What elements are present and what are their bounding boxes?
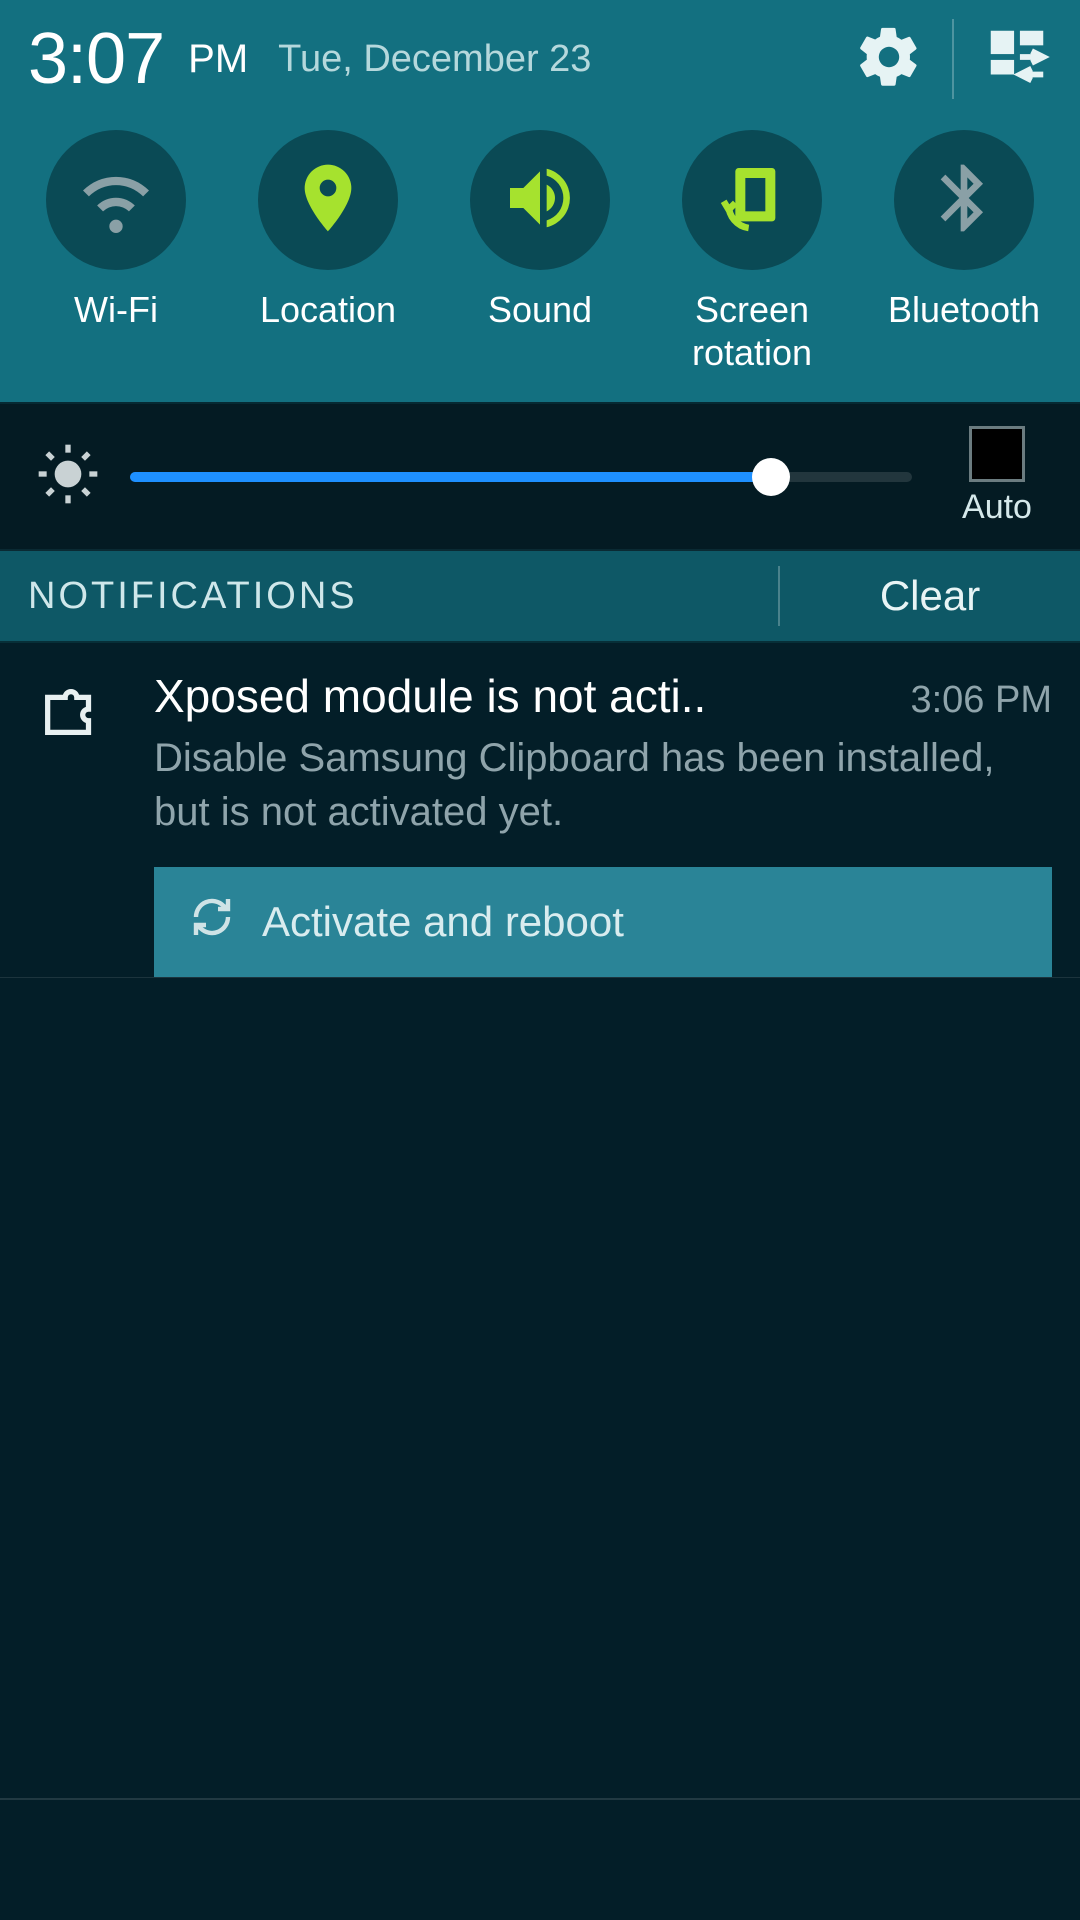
qs-sound[interactable]: Sound: [440, 130, 640, 374]
notification-subtitle: Disable Samsung Clipboard has been insta…: [154, 731, 1052, 839]
qs-label: Wi-Fi: [74, 288, 158, 331]
bluetooth-icon: [924, 158, 1004, 243]
qs-wifi[interactable]: Wi-Fi: [16, 130, 216, 374]
settings-icon[interactable]: [854, 22, 924, 97]
notification-item[interactable]: Xposed module is not acti.. 3:06 PM Disa…: [0, 643, 1080, 978]
qs-label: Location: [260, 288, 396, 331]
brightness-icon: [36, 442, 100, 511]
qs-bluetooth[interactable]: Bluetooth: [864, 130, 1064, 374]
wifi-icon: [76, 158, 156, 243]
puzzle-icon: [36, 734, 106, 751]
qs-label: Sound: [488, 288, 592, 331]
action-label: Activate and reboot: [262, 898, 624, 946]
activate-reboot-button[interactable]: Activate and reboot: [154, 867, 1052, 977]
quick-settings-row: Wi-Fi Location Sound Screen rotation: [0, 124, 1080, 404]
notifications-title: NOTIFICATIONS: [0, 575, 778, 618]
qs-label: Screen rotation: [692, 288, 812, 374]
clock-ampm: PM: [188, 37, 248, 82]
notification-title: Xposed module is not acti..: [154, 669, 890, 723]
auto-brightness-checkbox[interactable]: [969, 426, 1025, 482]
handle-divider: [0, 1798, 1080, 1800]
qs-rotation[interactable]: Screen rotation: [652, 130, 852, 374]
qs-label: Bluetooth: [888, 288, 1040, 331]
clock-date: Tue, December 23: [278, 38, 591, 81]
rotation-icon: [712, 158, 792, 243]
qs-location[interactable]: Location: [228, 130, 428, 374]
clear-button[interactable]: Clear: [780, 572, 1080, 620]
refresh-icon: [188, 893, 236, 951]
sound-icon: [500, 158, 580, 243]
notification-time: 3:06 PM: [910, 679, 1052, 722]
location-icon: [288, 158, 368, 243]
clock-time: 3:07: [28, 18, 164, 100]
quick-connect-icon[interactable]: [982, 22, 1052, 97]
notifications-header: NOTIFICATIONS Clear: [0, 551, 1080, 643]
divider: [952, 19, 954, 99]
brightness-slider[interactable]: [130, 447, 912, 507]
brightness-row: Auto: [0, 404, 1080, 551]
auto-brightness-label: Auto: [962, 488, 1032, 527]
status-bar: 3:07 PM Tue, December 23: [0, 0, 1080, 124]
